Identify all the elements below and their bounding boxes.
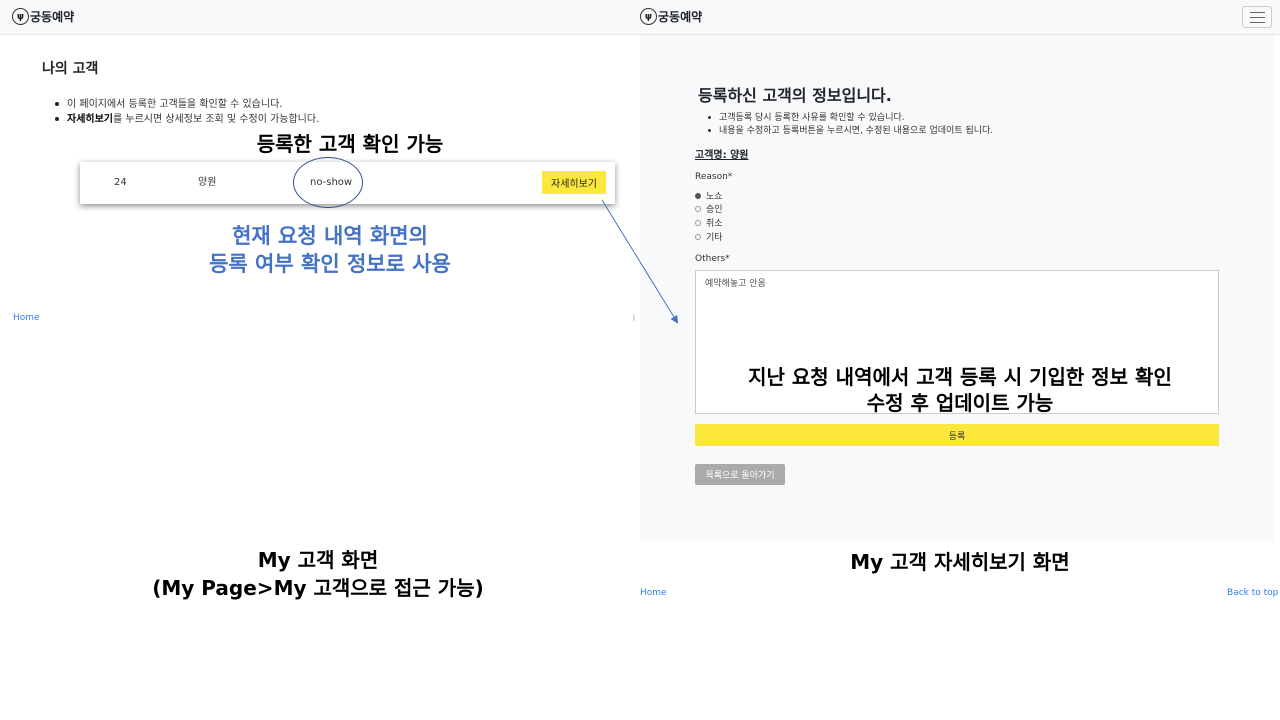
annotation-arrow — [601, 199, 679, 324]
arrow-line — [601, 199, 679, 324]
